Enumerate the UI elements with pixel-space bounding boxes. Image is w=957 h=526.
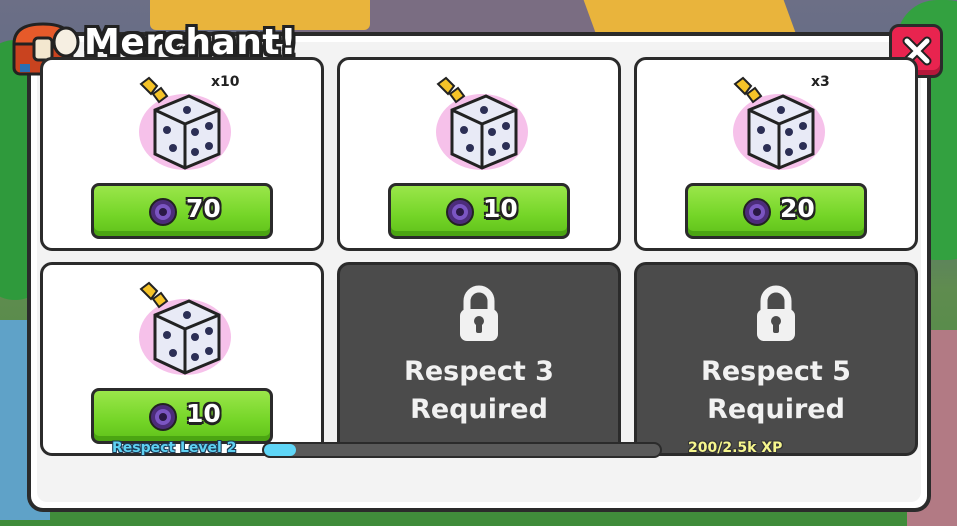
buy-button[interactable]: 20: [685, 183, 867, 239]
price-label: 20: [780, 194, 815, 223]
purple-coin-icon: [446, 198, 474, 226]
purple-coin-icon: [743, 198, 771, 226]
respect-level-label: Respect Level 2: [112, 440, 237, 456]
buy-button[interactable]: 10: [91, 388, 273, 444]
quantity-multiplier: x10: [211, 74, 240, 90]
requirement-line: Required: [707, 394, 845, 425]
requirement-line: Respect 5: [701, 356, 851, 387]
requirement-line: Required: [410, 394, 548, 425]
quantity-multiplier: x3: [811, 74, 830, 90]
locked-slot: Respect 3 Required: [337, 262, 621, 456]
game-scene: Merchant! x10 70 10 x3 20 10 Respect 3 R…: [0, 0, 957, 526]
locked-slot: Respect 5 Required: [634, 262, 918, 456]
lock-icon: [460, 285, 498, 341]
shop-item-card[interactable]: 10: [337, 57, 621, 251]
xp-progress-bar: [262, 442, 662, 458]
buy-button[interactable]: 10: [388, 183, 570, 239]
price-label: 10: [483, 194, 518, 223]
locked-requirement: Respect 3 Required: [340, 353, 618, 429]
shop-item-card[interactable]: x3 20: [634, 57, 918, 251]
price-label: 10: [186, 399, 221, 428]
lock-icon: [757, 285, 795, 341]
purple-coin-icon: [149, 403, 177, 431]
dice-icon: [139, 281, 231, 375]
shop-item-card[interactable]: 10: [40, 262, 324, 456]
locked-requirement: Respect 5 Required: [637, 353, 915, 429]
shop-item-card[interactable]: x10 70: [40, 57, 324, 251]
xp-progress-fill: [264, 444, 296, 456]
dice-icon: [436, 76, 528, 170]
requirement-line: Respect 3: [404, 356, 554, 387]
purple-coin-icon: [149, 198, 177, 226]
price-label: 70: [186, 194, 221, 223]
buy-button[interactable]: 70: [91, 183, 273, 239]
xp-label: 200/2.5k XP: [688, 440, 783, 456]
